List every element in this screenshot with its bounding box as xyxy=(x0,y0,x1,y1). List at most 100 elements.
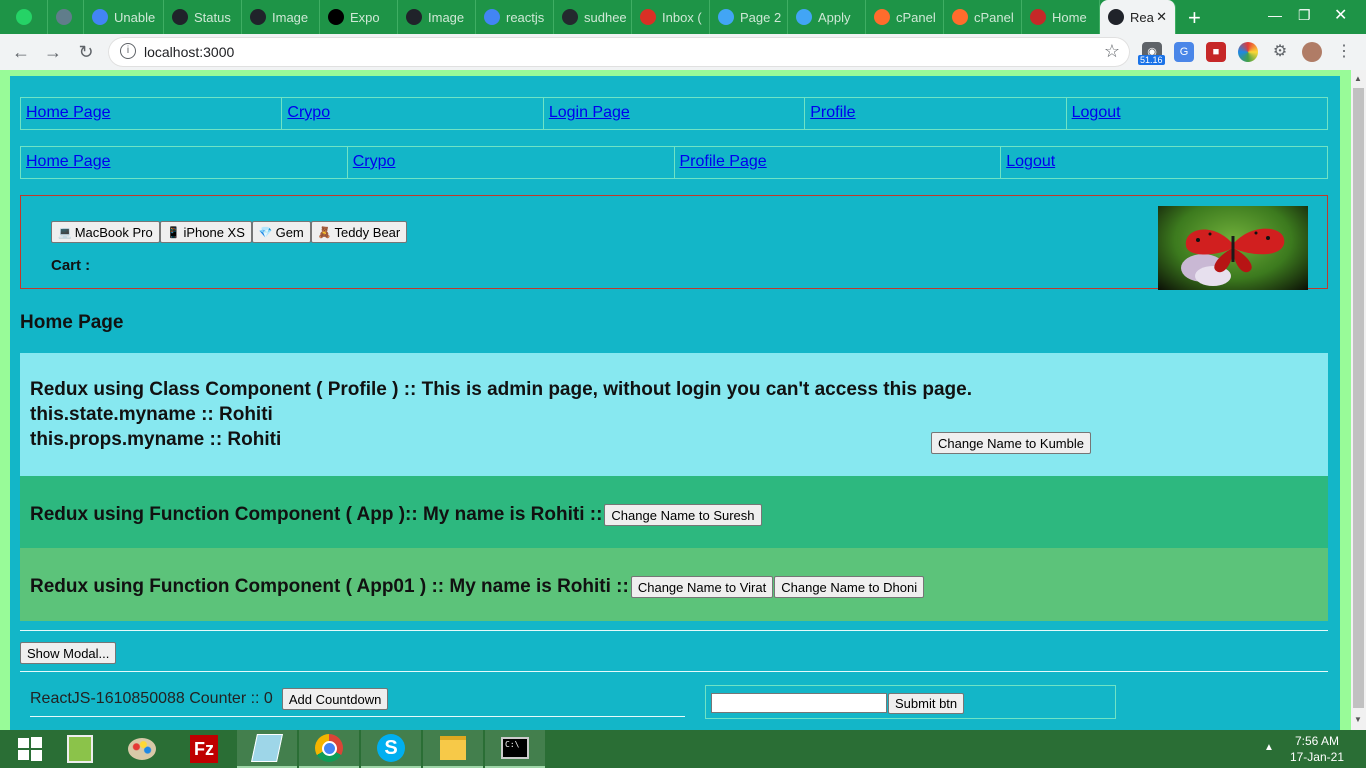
chart-icon xyxy=(1030,9,1046,25)
close-tab-icon[interactable]: ✕ xyxy=(1156,9,1167,25)
profile-avatar[interactable] xyxy=(1302,42,1322,62)
notepad-plus-icon[interactable] xyxy=(50,730,110,768)
nav-link-profile-page[interactable]: Profile Page xyxy=(680,153,767,170)
clock-date: 17-Jan-21 xyxy=(1289,750,1344,764)
browser-tab[interactable]: Inbox ( xyxy=(632,0,710,34)
nav-link-login-page[interactable]: Login Page xyxy=(549,104,630,121)
product-button-teddy-bear[interactable]: 🧸 Teddy Bear xyxy=(310,221,408,243)
app-name-text: Redux using Function Component ( App )::… xyxy=(30,504,603,525)
browser-tab[interactable]: Status xyxy=(164,0,242,34)
text-input[interactable] xyxy=(711,693,887,713)
site-info-icon[interactable]: i xyxy=(120,43,136,59)
nav-primary: Home Page Crypo Login Page Profile Logout xyxy=(20,97,1328,130)
page-viewport: Home Page Crypo Login Page Profile Logout Ho… xyxy=(0,70,1351,730)
submit-button[interactable]: Submit btn xyxy=(888,693,965,714)
divider xyxy=(20,630,1328,631)
change-name-suresh-button[interactable]: Change Name to Suresh xyxy=(604,504,762,526)
tray-expand-icon[interactable]: ▲ xyxy=(1264,742,1274,753)
nav-link-logout[interactable]: Logout xyxy=(1072,104,1121,121)
notes-app-icon[interactable] xyxy=(237,730,297,768)
browser-tab[interactable]: cPanel xyxy=(866,0,944,34)
filezilla-icon[interactable]: Fz xyxy=(174,730,234,768)
close-window-button[interactable]: ✕ xyxy=(1334,0,1347,30)
tab-title: Inbox ( xyxy=(662,9,702,25)
app-row: Redux using Function Component ( App )::… xyxy=(30,504,762,526)
browser-tab[interactable]: Rea ✕ xyxy=(1100,0,1176,34)
restore-button[interactable]: ❐ xyxy=(1298,0,1311,30)
nav-link-crypo[interactable]: Crypo xyxy=(287,104,330,121)
browser-tab[interactable]: reactjs xyxy=(476,0,554,34)
scroll-down-icon[interactable]: ▼ xyxy=(1354,715,1362,724)
browser-tab[interactable]: Page 2 xyxy=(710,0,788,34)
browser-tab[interactable]: cPanel xyxy=(944,0,1022,34)
product-button-macbook-pro[interactable]: 💻 MacBook Pro xyxy=(51,221,160,243)
product-button-iphone-xs[interactable]: 📱 iPhone XS xyxy=(159,221,252,243)
menu-kebab-icon[interactable]: ⋮ xyxy=(1334,42,1354,62)
browser-tab[interactable]: Home xyxy=(1022,0,1100,34)
nav-cell: Crypo xyxy=(348,147,675,178)
back-icon[interactable]: ← xyxy=(10,41,32,63)
extension-badge: 51.16 xyxy=(1138,55,1165,65)
whatsapp-icon xyxy=(16,9,32,25)
show-modal-button[interactable]: Show Modal... xyxy=(20,642,117,664)
counter-text: ReactJS-1610850088 Counter :: 0 xyxy=(30,690,273,707)
url-text: localhost:3000 xyxy=(144,44,235,60)
google-icon xyxy=(92,9,108,25)
nav-link-home-page[interactable]: Home Page xyxy=(26,104,111,121)
browser-tab[interactable]: Image xyxy=(242,0,320,34)
command-prompt-icon[interactable]: C:\ xyxy=(485,730,545,768)
product-label: Teddy Bear xyxy=(334,224,401,240)
add-countdown-button[interactable]: Add Countdown xyxy=(281,688,389,710)
product-button-gem[interactable]: 💎 Gem xyxy=(251,221,311,243)
change-name-dhoni-button[interactable]: Change Name to Dhoni xyxy=(774,576,925,598)
scroll-up-icon[interactable]: ▲ xyxy=(1354,74,1362,83)
browser-tab[interactable]: Apply xyxy=(788,0,866,34)
address-bar[interactable]: i localhost:3000 ☆ xyxy=(108,37,1130,67)
nav-cell: Logout xyxy=(1001,147,1327,178)
reload-icon[interactable]: ↻ xyxy=(75,41,97,63)
browser-tab[interactable]: Image xyxy=(398,0,476,34)
page-scrollbar[interactable]: ▲ ▼ xyxy=(1351,70,1366,730)
red-extension-icon[interactable]: ■ xyxy=(1206,42,1226,62)
profile-admin-text: Redux using Class Component ( Profile ) … xyxy=(30,379,972,400)
browser-tab[interactable] xyxy=(8,0,48,34)
bookmark-star-icon[interactable]: ☆ xyxy=(1104,41,1120,62)
nav-link-logout[interactable]: Logout xyxy=(1006,153,1055,170)
nav-cell: Login Page xyxy=(544,98,806,129)
extensions-puzzle-icon[interactable]: ⚙ xyxy=(1270,42,1290,62)
file-explorer-icon[interactable] xyxy=(423,730,483,768)
nav-link-home-page[interactable]: Home Page xyxy=(26,153,111,170)
nav-secondary: Home Page Crypo Profile Page Logout xyxy=(20,146,1328,179)
nav-cell: Logout xyxy=(1067,98,1327,129)
paint-icon[interactable] xyxy=(112,730,172,768)
change-name-virat-button[interactable]: Change Name to Virat xyxy=(630,576,774,598)
shop-panel: 💻 MacBook Pro 📱 iPhone XS 💎 Gem 🧸 Teddy Bear Ca… xyxy=(20,195,1328,290)
scrollbar-thumb[interactable] xyxy=(1353,88,1364,708)
nav-link-crypo[interactable]: Crypo xyxy=(353,153,396,170)
translate-extension-icon[interactable]: G xyxy=(1174,42,1194,62)
product-icon: 💻 xyxy=(58,226,72,239)
skype-icon[interactable]: S xyxy=(361,730,421,768)
chrome-icon[interactable] xyxy=(299,730,359,768)
minimize-button[interactable]: — xyxy=(1268,0,1282,30)
nav-link-profile[interactable]: Profile xyxy=(810,104,855,121)
butterfly-image xyxy=(1158,206,1308,290)
forward-icon[interactable]: → xyxy=(42,41,64,63)
props-myname-text: this.props.myname :: Rohiti xyxy=(30,429,282,450)
react-icon xyxy=(172,9,188,25)
counter-row: ReactJS-1610850088 Counter :: 0 Add Coun… xyxy=(30,688,389,710)
color-picker-extension-icon[interactable] xyxy=(1238,42,1258,62)
browser-tab[interactable]: Expo xyxy=(320,0,398,34)
change-name-kumble-button[interactable]: Change Name to Kumble xyxy=(931,432,1091,454)
browser-tab[interactable]: sudhee xyxy=(554,0,632,34)
system-clock[interactable]: 7:56 AM 17-Jan-21 xyxy=(1290,733,1344,765)
product-label: iPhone XS xyxy=(183,224,245,240)
new-tab-button[interactable]: + xyxy=(1188,5,1201,31)
product-icon: 💎 xyxy=(258,226,273,239)
browser-tab[interactable] xyxy=(48,0,84,34)
product-icon: 🧸 xyxy=(317,226,332,239)
cpanel-icon xyxy=(952,9,968,25)
profile-redux-block: Redux using Class Component ( Profile ) … xyxy=(20,353,1328,476)
react-icon xyxy=(250,9,266,25)
browser-tab[interactable]: Unable xyxy=(84,0,164,34)
